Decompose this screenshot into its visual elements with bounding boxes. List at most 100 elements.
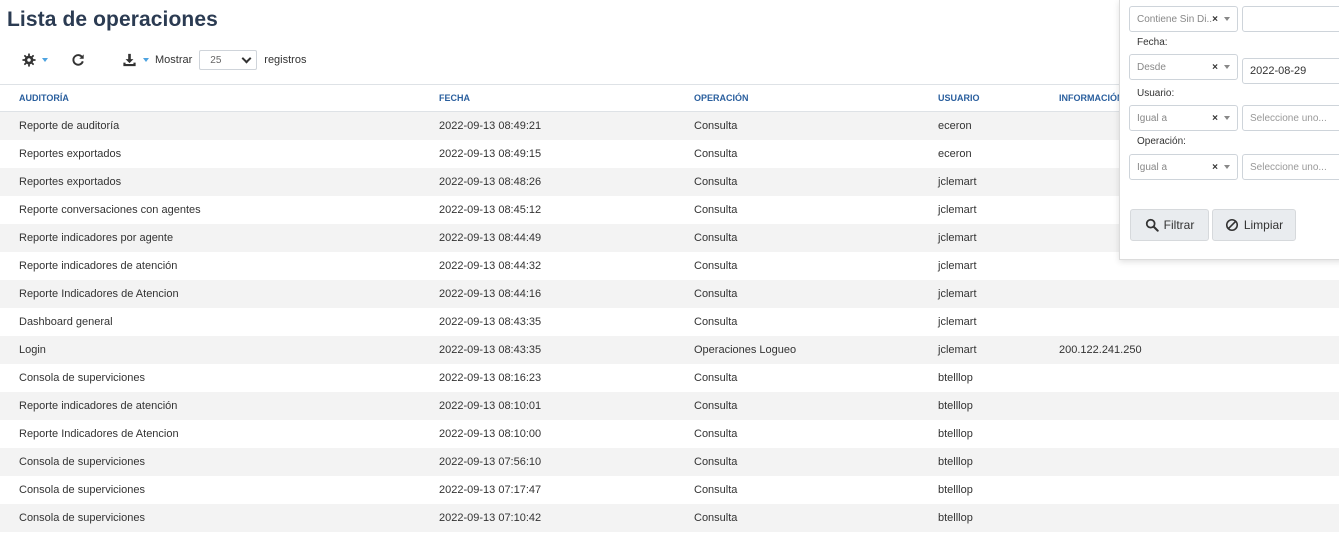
chevron-down-icon [241, 53, 252, 64]
operacion-operator-value: Igual a [1137, 161, 1168, 173]
cell-informacion [1040, 280, 1339, 308]
cell-operacion: Consulta [694, 148, 738, 160]
cell-auditoria: Reporte de auditoría [0, 111, 420, 140]
table-row[interactable]: Dashboard general 2022-09-13 08:43:35 Cons… [0, 308, 1339, 336]
cell-fecha: 2022-09-13 08:44:49 [420, 224, 675, 252]
records-label: registros [264, 54, 307, 66]
cell-operacion: Consulta [694, 316, 738, 328]
table-row[interactable]: Login 2022-09-13 08:43:35 Operaciones Logu… [0, 336, 1339, 364]
cell-fecha: 2022-09-13 08:43:35 [420, 336, 675, 364]
cell-informacion [1040, 308, 1339, 336]
usuario-value-select[interactable] [1242, 105, 1339, 131]
filter-panel: Contiene Sin Di... × Fecha: Desde × Usua… [1119, 0, 1339, 260]
cell-fecha: 2022-09-13 08:10:01 [420, 392, 675, 420]
table-row[interactable]: Reporte Indicadores de Atencion 2022-09-1… [0, 280, 1339, 308]
table-row[interactable]: Consola de superviciones 2022-09-13 07:10… [0, 504, 1339, 532]
page-size-value: 25 [210, 54, 222, 66]
cell-usuario: btelllop [938, 372, 973, 384]
refresh-icon [71, 53, 85, 67]
operacion-label: Operación: [1137, 136, 1186, 147]
clear-icon[interactable]: × [1212, 14, 1218, 25]
usuario-operator-select[interactable]: Igual a × [1129, 105, 1238, 131]
cell-fecha: 2022-09-13 08:43:35 [439, 316, 542, 328]
page-size-select[interactable]: 25 [199, 50, 258, 70]
caret-down-icon [1224, 116, 1230, 120]
cell-fecha: 2022-09-13 08:45:12 [439, 204, 542, 216]
cell-operacion: Consulta [675, 111, 919, 140]
cell-usuario: btelllop [919, 448, 1040, 476]
cell-auditoria: Login [0, 336, 420, 364]
cell-auditoria: Reporte indicadores de atención [0, 392, 420, 420]
caret-down-icon [1224, 165, 1230, 169]
cell-operacion: Consulta [694, 204, 738, 216]
table-row[interactable]: Reporte Indicadores de Atencion 2022-09-1… [0, 420, 1339, 448]
cell-usuario: jclemart [919, 280, 1040, 308]
fecha-operator-value: Desde [1137, 61, 1166, 73]
cell-informacion [1040, 420, 1339, 448]
fecha-operator-select[interactable]: Desde × [1129, 54, 1238, 80]
cell-auditoria: Reporte conversaciones con agentes [19, 204, 201, 216]
cell-operacion: Consulta [694, 372, 738, 384]
cell-usuario: btelllop [938, 484, 973, 496]
cell-operacion: Consulta [675, 504, 919, 532]
cell-auditoria: Reporte Indicadores de Atencion [19, 428, 179, 440]
cell-operacion: Consulta [675, 280, 919, 308]
cell-fecha: 2022-09-13 08:44:32 [439, 260, 542, 272]
cell-usuario: btelllop [919, 392, 1040, 420]
page-title: Lista de operaciones [7, 8, 218, 31]
cell-usuario: eceron [938, 148, 972, 160]
clear-icon[interactable]: × [1212, 62, 1218, 73]
cell-auditoria: Consola de superviciones [19, 372, 145, 384]
cell-auditoria: Consola de superviciones [0, 504, 420, 532]
table-row[interactable]: Reporte indicadores de atención 2022-09-1… [0, 392, 1339, 420]
cell-fecha: 2022-09-13 08:49:21 [420, 111, 675, 140]
col-header-fecha[interactable]: FECHA [420, 84, 675, 112]
cell-usuario: btelllop [938, 428, 973, 440]
show-label: Mostrar [155, 54, 193, 66]
fecha-date-input[interactable] [1242, 58, 1339, 84]
table-row[interactable]: Consola de superviciones 2022-09-13 07:17… [0, 476, 1339, 504]
cell-operacion: Operaciones Logueo [675, 336, 919, 364]
cell-informacion [1040, 504, 1339, 532]
refresh-button[interactable] [71, 53, 85, 67]
col-header-usuario[interactable]: USUARIO [919, 84, 1040, 112]
caret-down-icon [1224, 65, 1230, 69]
clear-button[interactable]: Limpiar [1212, 209, 1296, 241]
operacion-value-select[interactable] [1242, 154, 1339, 180]
cell-informacion [1040, 448, 1339, 476]
cell-operacion: Consulta [694, 428, 738, 440]
ban-icon [1225, 218, 1239, 232]
cell-informacion [1040, 364, 1339, 392]
clear-icon[interactable]: × [1212, 162, 1218, 173]
usuario-label: Usuario: [1137, 88, 1175, 99]
cell-operacion: Consulta [675, 448, 919, 476]
cell-usuario: jclemart [938, 260, 977, 272]
search-icon [1145, 218, 1159, 232]
col-header-auditoria[interactable]: AUDITORÍA [0, 84, 420, 112]
caret-down-icon [42, 58, 48, 62]
cell-usuario: jclemart [919, 336, 1040, 364]
cell-fecha: 2022-09-13 07:56:10 [420, 448, 675, 476]
caret-down-icon [143, 58, 149, 62]
settings-dropdown[interactable] [22, 53, 48, 67]
auditoria-value-input[interactable] [1242, 6, 1339, 32]
auditoria-operator-select[interactable]: Contiene Sin Di... × [1129, 6, 1238, 32]
cell-fecha: 2022-09-13 08:16:23 [439, 372, 542, 384]
operacion-operator-select[interactable]: Igual a × [1129, 154, 1238, 180]
fecha-label: Fecha: [1137, 37, 1168, 48]
clear-icon[interactable]: × [1212, 113, 1218, 124]
cell-usuario: jclemart [938, 204, 977, 216]
cell-fecha: 2022-09-13 07:10:42 [420, 504, 675, 532]
table-row[interactable]: Consola de superviciones 2022-09-13 08:16… [0, 364, 1339, 392]
filter-button[interactable]: Filtrar [1130, 209, 1209, 241]
table-row[interactable]: Consola de superviciones 2022-09-13 07:56… [0, 448, 1339, 476]
cell-fecha: 2022-09-13 08:48:26 [420, 168, 675, 196]
cell-usuario: jclemart [938, 316, 977, 328]
col-header-operacion[interactable]: OPERACIÓN [675, 84, 919, 112]
cell-auditoria: Reportes exportados [0, 168, 420, 196]
export-dropdown[interactable] [122, 53, 149, 67]
cell-auditoria: Consola de superviciones [0, 448, 420, 476]
clear-button-label: Limpiar [1243, 218, 1284, 232]
cell-auditoria: Reporte indicadores por agente [0, 224, 420, 252]
cell-operacion: Consulta [675, 168, 919, 196]
